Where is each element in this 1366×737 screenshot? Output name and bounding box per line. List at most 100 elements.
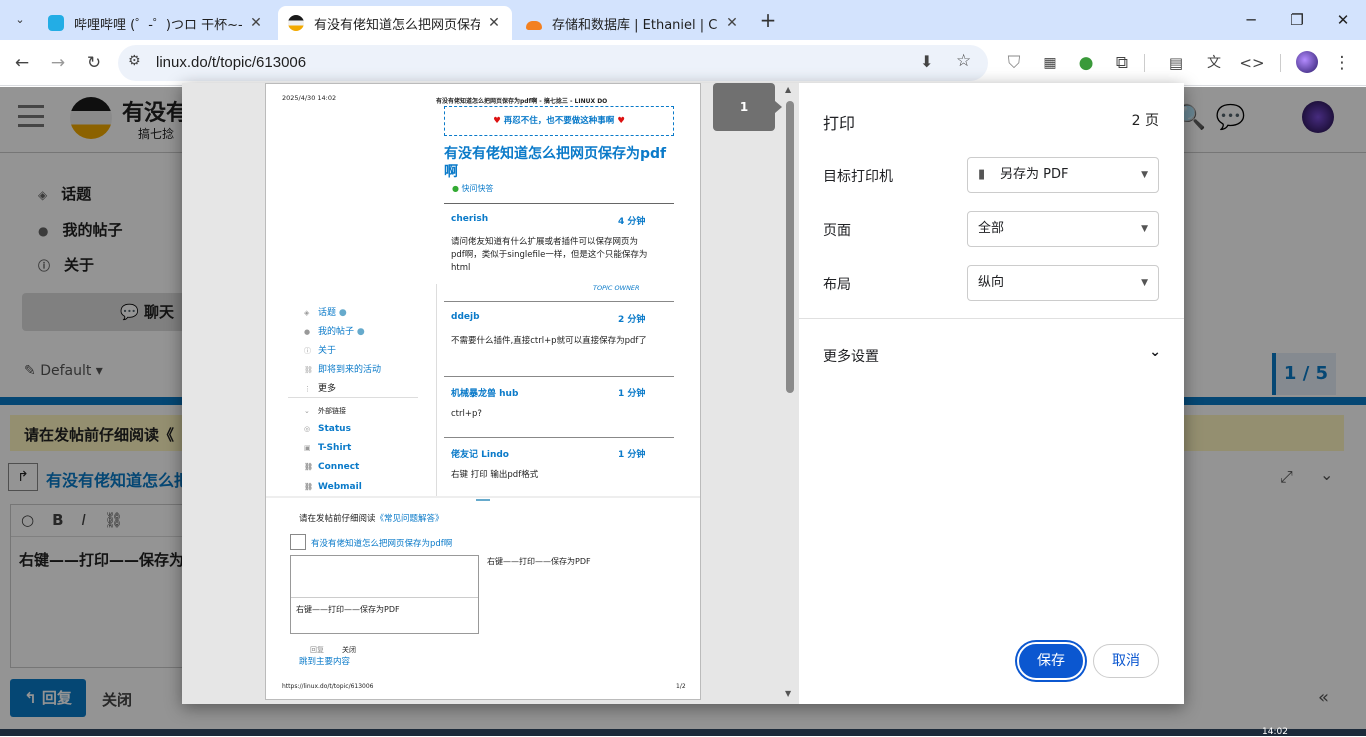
preview-header-date: 2025/4/30 14:02 — [282, 94, 337, 102]
post-time: 1 分钟 — [618, 389, 646, 399]
topic-owner-tag: TOPIC OWNER — [593, 284, 640, 292]
preview-ext-link: ▣ T-Shirt — [304, 443, 352, 453]
post-author: ddejb — [451, 312, 480, 322]
menu-icon[interactable]: ⋮ — [1326, 47, 1358, 79]
preview-reply-icon — [290, 534, 306, 550]
tab-title: 哔哩哔哩 (゜-゜)つロ 干杯~-bili — [74, 17, 242, 33]
tab-bilibili[interactable]: 哔哩哔哩 (゜-゜)つロ 干杯~-bili ✕ — [38, 6, 274, 40]
close-icon[interactable]: ✕ — [486, 15, 502, 31]
preview-banner: ♥ 再忍不住，也不要做这种事啊 ♥ — [444, 106, 674, 136]
preview-ext-link: ◎ Status — [304, 424, 351, 434]
post-author: cherish — [451, 214, 489, 224]
preview-ext-link: ⛓ Connect — [304, 462, 360, 472]
globe-extension-icon[interactable]: ● — [1070, 47, 1102, 79]
cancel-button[interactable]: 取消 — [1093, 644, 1159, 678]
dropdown-arrow-icon: ▼ — [1141, 278, 1148, 288]
destination-select[interactable]: ▮ 另存为 PDF ▼ — [967, 157, 1159, 193]
preview-category: ● 快问快答 — [452, 184, 494, 193]
restore-icon[interactable]: ❐ — [1274, 0, 1320, 40]
translate-icon[interactable]: 文 — [1198, 47, 1230, 79]
scroll-down-icon[interactable]: ▼ — [785, 689, 791, 698]
preview-footer-page: 1/2 — [676, 683, 686, 690]
print-preview-pane: 2025/4/30 14:02 有没有佬知道怎么把网页保存为pdf啊 - 搞七捻… — [182, 83, 799, 704]
layout-select[interactable]: 纵向 ▼ — [967, 265, 1159, 301]
preview-notice: 请在发帖前仔细阅读《常见问题解答》 — [299, 514, 444, 524]
preview-footer-url: https://linux.do/t/topic/613006 — [282, 683, 374, 690]
settings-divider — [799, 318, 1184, 319]
tab-search-button[interactable]: ⌄ — [8, 8, 32, 32]
print-dialog: 2025/4/30 14:02 有没有佬知道怎么把网页保存为pdf啊 - 搞七捻… — [182, 83, 1184, 704]
preview-blue-mark — [476, 499, 490, 501]
save-button[interactable]: 保存 — [1017, 642, 1085, 680]
qr-code-icon[interactable]: ▦ — [1034, 47, 1066, 79]
preview-skip-link: 跳到主要内容 — [299, 657, 351, 667]
preview-topic-title: 有没有佬知道怎么把网页保存为pdf啊 — [444, 146, 667, 180]
dropdown-arrow-icon: ▼ — [1141, 224, 1148, 234]
post-time: 1 分钟 — [618, 450, 646, 460]
preview-editor: 右键——打印——保存为PDF — [290, 555, 479, 634]
dropdown-arrow-icon: ▼ — [1141, 170, 1148, 180]
profile-avatar[interactable] — [1296, 51, 1318, 73]
tab-strip: ⌄ 哔哩哔哩 (゜-゜)つロ 干杯~-bili ✕ 有没有佬知道怎么把网页保存为… — [0, 0, 1366, 40]
preview-fade — [266, 496, 700, 498]
install-app-icon[interactable]: ⬇ — [920, 52, 933, 71]
pages-select[interactable]: 全部 ▼ — [967, 211, 1159, 247]
shield-extension-icon[interactable]: ⛉ — [998, 47, 1030, 79]
post-author: 佬友记 Lindo — [451, 450, 509, 460]
page-count: 2 页 — [1131, 113, 1159, 129]
tab-cloudflare[interactable]: 存储和数据库 | Ethaniel | Clou ✕ — [516, 6, 750, 40]
preview-nav-item: ⛓ 即将到来的活动 — [304, 365, 382, 375]
print-title: 打印 — [823, 114, 856, 133]
linuxdo-favicon-icon — [288, 15, 304, 31]
post-author: 机械暴龙兽 hub — [451, 389, 519, 399]
reading-list-icon[interactable]: ▤ — [1160, 47, 1192, 79]
preview-page: 2025/4/30 14:02 有没有佬知道怎么把网页保存为pdf啊 - 搞七捻… — [265, 83, 701, 700]
bookmark-star-icon[interactable]: ☆ — [956, 51, 971, 71]
category-icon: ● — [452, 184, 459, 193]
close-icon[interactable]: ✕ — [248, 15, 264, 31]
scroll-up-icon[interactable]: ▲ — [785, 85, 791, 94]
tab-title: 有没有佬知道怎么把网页保存为 — [314, 17, 480, 33]
page-number-badge: 1 — [713, 83, 775, 131]
preview-reply-btn: 回复 — [310, 646, 324, 654]
close-icon[interactable]: ✕ — [724, 15, 740, 31]
new-tab-button[interactable]: + — [756, 8, 780, 32]
preview-close-btn: 关闭 — [342, 646, 356, 654]
window-close-icon[interactable]: ✕ — [1320, 0, 1366, 40]
reload-icon[interactable]: ↻ — [78, 47, 110, 79]
post-body: 右键 打印 输出pdf格式 — [451, 470, 539, 480]
bilibili-favicon-icon — [48, 15, 64, 31]
preview-nav-item: ◈ 话题 ● — [304, 308, 347, 318]
tab-title: 存储和数据库 | Ethaniel | Clou — [552, 17, 718, 33]
url-text: linux.do/t/topic/613006 — [156, 54, 307, 71]
divider — [1280, 54, 1281, 72]
preview-scrollbar[interactable] — [786, 101, 794, 393]
preview-header-title: 有没有佬知道怎么把网页保存为pdf啊 - 搞七捻三 - LINUX DO — [436, 98, 608, 105]
site-info-icon[interactable]: ⚙ — [128, 53, 141, 69]
layout-label: 布局 — [823, 277, 851, 293]
post-body: ctrl+p? — [451, 409, 482, 419]
heart-icon: ♥ — [614, 116, 625, 126]
post-body: 请问佬友知道有什么扩展或者插件可以保存网页为pdf啊，类似于singlefile… — [451, 237, 648, 273]
address-bar[interactable]: ⚙ linux.do/t/topic/613006 ⬇ ☆ — [118, 45, 988, 81]
preview-reply-title: 有没有佬知道怎么把网页保存为pdf啊 — [311, 539, 453, 549]
forward-icon[interactable]: → — [42, 47, 74, 79]
external-links-label: ⌄ 外部链接 — [304, 407, 346, 415]
preview-nav-item: ⋮ 更多 — [304, 384, 337, 394]
preview-nav-item: ⓘ 关于 — [304, 346, 337, 356]
divider — [1144, 54, 1145, 72]
tab-linuxdo[interactable]: 有没有佬知道怎么把网页保存为 ✕ — [278, 6, 512, 40]
preview-sidebar-divider — [436, 284, 437, 496]
cloudflare-favicon-icon — [526, 20, 542, 30]
preview-ext-link: ⛓ Webmail — [304, 482, 362, 492]
print-settings-pane: 打印 2 页 目标打印机 ▮ 另存为 PDF ▼ 页面 全部 ▼ 布局 纵向 ▼ 更多… — [799, 83, 1184, 704]
pages-label: 页面 — [823, 223, 851, 239]
chevron-down-icon: ⌄ — [1149, 344, 1161, 360]
extensions-icon[interactable]: ⧉ — [1106, 47, 1138, 79]
minimize-icon[interactable]: ─ — [1228, 0, 1274, 40]
devtools-icon[interactable]: <> — [1236, 47, 1268, 79]
post-time: 4 分钟 — [618, 217, 646, 227]
more-settings-toggle[interactable]: 更多设置 ⌄ — [823, 344, 1161, 366]
post-time: 2 分钟 — [618, 315, 646, 325]
back-icon[interactable]: ← — [6, 47, 38, 79]
